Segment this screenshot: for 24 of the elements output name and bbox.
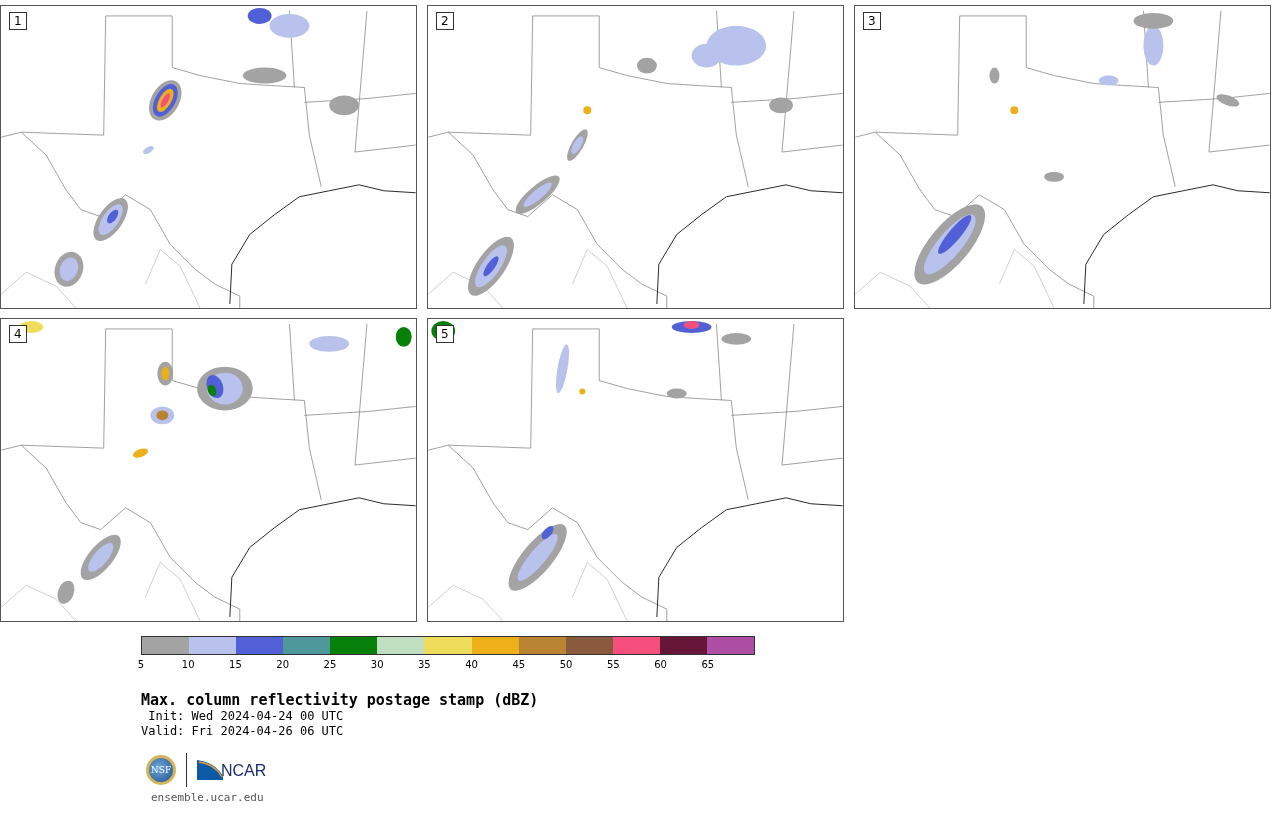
tick-label: 10 [181,659,195,670]
site-url: ensemble.ucar.edu [151,791,264,804]
tick-label: 25 [323,659,337,670]
tick-label: 5 [137,659,145,670]
tick-label: 35 [418,659,431,670]
tick-label: 60 [654,659,667,670]
tick-label: 55 [606,659,620,670]
panel-number: 1 [9,12,27,30]
tick-label: 15 [229,659,242,670]
panel-number: 3 [863,12,881,30]
tick-label: 65 [701,659,715,670]
tick-label: 45 [512,659,526,670]
tick-label: 40 [465,659,478,670]
tick-label: 50 [559,659,573,670]
chart-title: Max. column reflectivity postage stamp (dBZ) [141,691,540,709]
tick-label: 20 [276,659,290,670]
tick-label: 30 [370,659,384,670]
panel-number: 2 [436,12,454,30]
nsf-logo: NSF [146,755,176,785]
panel-number: 5 [436,325,454,343]
ncar-logo: NCAR [197,760,267,780]
valid-time: Valid: Fri 2024-04-26 06 UTC [141,724,345,739]
panel-number: 4 [9,325,27,343]
init-time: Init: Wed 2024-04-24 00 UTC [147,709,345,724]
